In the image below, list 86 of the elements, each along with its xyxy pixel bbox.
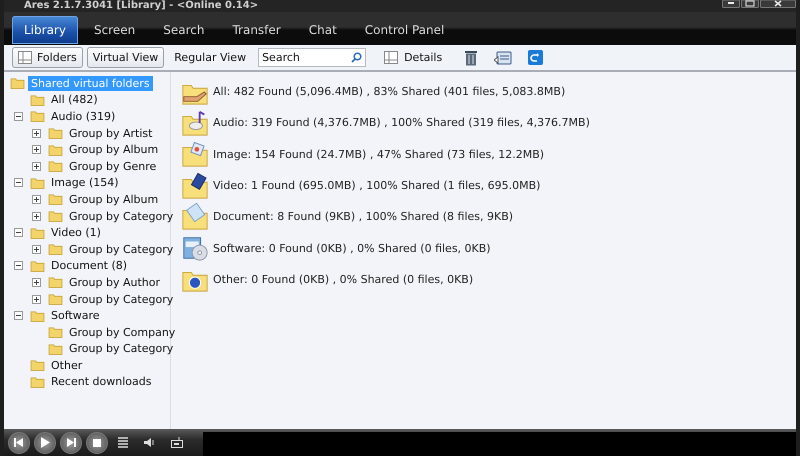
folder-icon [30, 376, 45, 388]
collapse-icon[interactable] [14, 228, 23, 238]
folder-icon [48, 160, 63, 172]
summary-text: Document: 8 Found (9KB) , 100% Shared (8 files, 9KB) [213, 210, 514, 224]
tree-item[interactable]: Other [48, 358, 86, 373]
tree-item[interactable]: Group by Album [66, 192, 162, 207]
next-button[interactable] [60, 432, 82, 454]
tree-item[interactable]: Group by Category [66, 341, 176, 356]
regular-view-button[interactable]: Regular View [168, 51, 252, 64]
tree-item[interactable]: Software [48, 308, 102, 324]
tab[interactable]: Chat [296, 16, 349, 44]
folder-icon [48, 210, 63, 222]
minimize-icon[interactable] [722, 0, 740, 8]
folder-icon [48, 193, 63, 206]
expand-icon[interactable] [32, 162, 41, 171]
folder-icon [48, 293, 63, 306]
folder-icon [30, 226, 45, 239]
collapse-icon[interactable] [14, 311, 23, 320]
tree-item[interactable]: Recent downloads [48, 374, 154, 390]
stop-button[interactable] [86, 432, 108, 454]
maximize-icon[interactable] [741, 0, 759, 8]
virtual-view-button[interactable]: Virtual View [86, 47, 164, 68]
expand-icon[interactable] [32, 194, 41, 204]
collapse-icon[interactable] [14, 178, 23, 188]
play-button[interactable] [34, 432, 56, 454]
music-folder-icon [181, 108, 209, 137]
tree-item[interactable]: All (482) [48, 92, 101, 108]
details-button[interactable]: Details [380, 51, 446, 64]
tree-item[interactable]: Document (8) [48, 258, 130, 274]
tree-item[interactable]: Group by Artist [66, 126, 156, 141]
tree-item[interactable]: Group by Category [66, 208, 176, 224]
folder-icon [30, 94, 45, 106]
tree-item[interactable]: Group by Company [66, 324, 178, 340]
folder-icon [30, 176, 45, 189]
tree-item[interactable]: Video (1) [48, 225, 104, 240]
expand-icon[interactable] [32, 212, 41, 221]
folder-icon [30, 110, 45, 122]
folder-icon [48, 243, 63, 256]
folder-icon [48, 326, 63, 338]
expand-icon[interactable] [32, 244, 41, 254]
tree-item[interactable]: Group by Album [66, 142, 162, 158]
search-field[interactable]: Search [258, 48, 366, 67]
previous-icon [14, 438, 24, 447]
tree-item[interactable]: Group by Category [66, 242, 176, 257]
tab[interactable]: Search [151, 16, 216, 44]
panel-icon [384, 51, 398, 64]
panel-icon [18, 51, 32, 64]
play-icon [40, 437, 50, 448]
expand-icon[interactable] [32, 145, 41, 154]
summary-text: Other: 0 Found (0KB) , 0% Shared (0 files, 0KB) [213, 272, 474, 286]
video-folder-icon [181, 172, 209, 200]
folder-icon [30, 260, 45, 272]
summary-text: Software: 0 Found (0KB) , 0% Shared (0 files, 0KB) [213, 242, 491, 255]
expand-icon[interactable] [32, 278, 41, 287]
summary-text: Audio: 319 Found (4,376.7MB) , 100% Shared (319 files, 4,376.7MB) [213, 116, 590, 130]
summary-text: All: 482 Found (5,096.4MB) , 83% Shared (401 files, 5,083.8MB) [213, 85, 566, 98]
tree-item[interactable]: Group by Category [66, 292, 176, 307]
folder-icon [30, 359, 45, 372]
summary-text: Video: 1 Found (695.0MB) , 100% Shared (1 files, 695.0MB) [213, 179, 540, 192]
tab[interactable]: Control Panel [352, 16, 456, 44]
stop-icon [93, 438, 101, 446]
tab[interactable]: Screen [82, 16, 148, 44]
folder-icon [10, 77, 25, 90]
folder-icon [48, 342, 63, 355]
document-folder-icon [181, 202, 209, 231]
tree-item[interactable]: Audio (319) [48, 108, 118, 124]
tab[interactable]: Transfer [220, 16, 293, 44]
search-icon [351, 52, 362, 63]
folder-icon [48, 144, 63, 156]
next-icon [66, 438, 76, 447]
tab[interactable]: Library [12, 16, 78, 44]
tree-item[interactable]: Image (154) [48, 175, 122, 190]
folders-button[interactable]: Folders [12, 47, 83, 68]
expand-icon[interactable] [32, 128, 41, 138]
image-folder-icon [181, 140, 209, 168]
expand-icon[interactable] [32, 294, 41, 304]
folder-icon [48, 276, 63, 288]
window-title: Ares 2.1.7.3041 [Library] - <Online 0.14> [23, 0, 258, 12]
summary-text: Image: 154 Found (24.7MB) , 47% Shared (73 files, 12.2MB) [213, 148, 544, 161]
tree-item[interactable]: Group by Genre [66, 158, 160, 174]
folder-icon [30, 310, 45, 322]
tree-item[interactable]: Group by Author [66, 274, 164, 290]
previous-button[interactable] [8, 432, 30, 454]
collapse-icon[interactable] [14, 112, 23, 121]
folder-icon [48, 127, 63, 140]
collapse-icon[interactable] [14, 261, 23, 270]
